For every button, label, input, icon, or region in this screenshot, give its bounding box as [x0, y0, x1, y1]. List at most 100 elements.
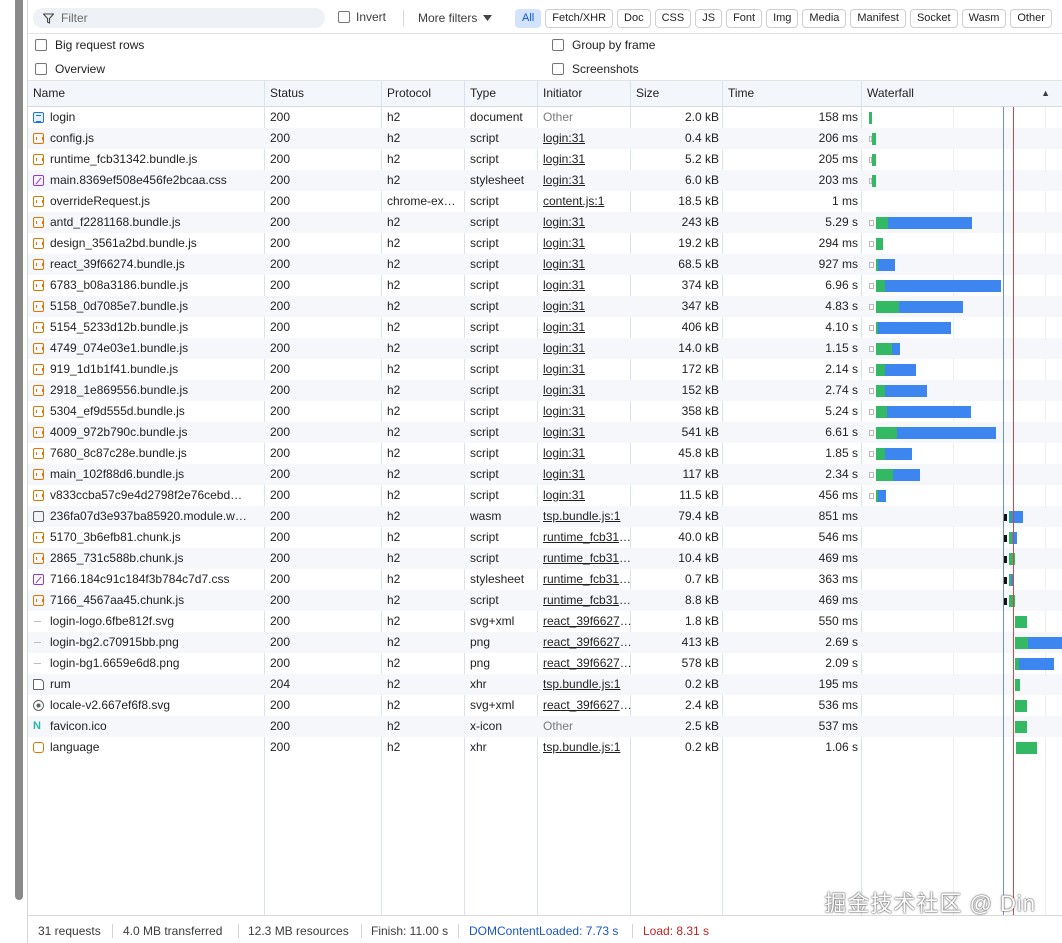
table-row[interactable]: main.8369ef508e456fe2bcaa.css 200 h2 styles… — [28, 170, 1062, 191]
cell-waterfall[interactable] — [863, 590, 1062, 611]
column-header-type[interactable]: Type — [465, 81, 496, 107]
cell-waterfall[interactable] — [863, 233, 1062, 254]
cell-waterfall[interactable] — [863, 128, 1062, 149]
filter-chip-all[interactable]: All — [515, 9, 542, 28]
cell-name[interactable]: 5170_3b6efb81.chunk.js — [33, 527, 261, 548]
cell-initiator[interactable]: tsp.bundle.js:1 — [543, 674, 633, 695]
table-row[interactable]: 7680_8c87c28e.bundle.js 200 h2 script login:… — [28, 443, 1062, 464]
group-by-frame-checkbox[interactable] — [552, 39, 564, 51]
column-header-status[interactable]: Status — [265, 81, 304, 107]
overview-checkbox[interactable] — [35, 63, 47, 75]
cell-name[interactable]: language — [33, 737, 261, 758]
cell-name[interactable]: main.8369ef508e456fe2bcaa.css — [33, 170, 261, 191]
cell-initiator[interactable]: login:31 — [543, 149, 633, 170]
cell-name[interactable]: config.js — [33, 128, 261, 149]
column-header-size[interactable]: Size — [631, 81, 659, 107]
filter-chip-other[interactable]: Other — [1010, 9, 1052, 28]
cell-initiator[interactable]: login:31 — [543, 359, 633, 380]
cell-waterfall[interactable] — [863, 653, 1062, 674]
cell-name[interactable]: favicon.ico — [33, 716, 261, 737]
filter-chip-manifest[interactable]: Manifest — [850, 9, 906, 28]
cell-waterfall[interactable] — [863, 296, 1062, 317]
cell-initiator[interactable]: login:31 — [543, 443, 633, 464]
table-row[interactable]: 4009_972b790c.bundle.js 200 h2 script login:… — [28, 422, 1062, 443]
cell-name[interactable]: 7166.184c91c184f3b784c7d7.css — [33, 569, 261, 590]
cell-name[interactable]: 919_1d1b1f41.bundle.js — [33, 359, 261, 380]
cell-waterfall[interactable] — [863, 317, 1062, 338]
cell-name[interactable]: runtime_fcb31342.bundle.js — [33, 149, 261, 170]
cell-waterfall[interactable] — [863, 380, 1062, 401]
cell-waterfall[interactable] — [863, 527, 1062, 548]
cell-waterfall[interactable] — [863, 443, 1062, 464]
cell-initiator[interactable]: login:31 — [543, 212, 633, 233]
cell-name[interactable]: antd_f2281168.bundle.js — [33, 212, 261, 233]
cell-initiator[interactable]: login:31 — [543, 317, 633, 338]
cell-waterfall[interactable] — [863, 548, 1062, 569]
cell-initiator[interactable]: runtime_fcb313… — [543, 527, 633, 548]
cell-initiator[interactable]: react_39f66274… — [543, 632, 633, 653]
more-filters-dropdown[interactable]: More filters — [418, 11, 493, 25]
cell-waterfall[interactable] — [863, 107, 1062, 128]
table-row[interactable]: 2918_1e869556.bundle.js 200 h2 script login:… — [28, 380, 1062, 401]
cell-name[interactable]: login-logo.6fbe812f.svg — [33, 611, 261, 632]
overview-option[interactable]: Overview — [35, 62, 105, 76]
cell-initiator[interactable]: login:31 — [543, 254, 633, 275]
cell-waterfall[interactable] — [863, 464, 1062, 485]
cell-name[interactable]: 2865_731c588b.chunk.js — [33, 548, 261, 569]
table-row[interactable]: antd_f2281168.bundle.js 200 h2 script login:… — [28, 212, 1062, 233]
cell-waterfall[interactable] — [863, 422, 1062, 443]
cell-name[interactable]: 5304_ef9d555d.bundle.js — [33, 401, 261, 422]
cell-waterfall[interactable] — [863, 275, 1062, 296]
table-row[interactable]: language 200 h2 xhr tsp.bundle.js:1 0.2 kB 1.0… — [28, 737, 1062, 758]
cell-initiator[interactable]: login:31 — [543, 170, 633, 191]
cell-initiator[interactable]: runtime_fcb313… — [543, 548, 633, 569]
screenshots-checkbox[interactable] — [552, 63, 564, 75]
cell-waterfall[interactable] — [863, 485, 1062, 506]
table-row[interactable]: design_3561a2bd.bundle.js 200 h2 script logi… — [28, 233, 1062, 254]
cell-name[interactable]: react_39f66274.bundle.js — [33, 254, 261, 275]
column-header-protocol[interactable]: Protocol — [382, 81, 431, 107]
cell-name[interactable]: locale-v2.667ef6f8.svg — [33, 695, 261, 716]
cell-waterfall[interactable] — [863, 737, 1062, 758]
table-row[interactable]: overrideRequest.js 200 chrome-ex… script con… — [28, 191, 1062, 212]
cell-name[interactable]: login-bg1.6659e6d8.png — [33, 653, 261, 674]
cell-initiator[interactable]: tsp.bundle.js:1 — [543, 737, 633, 758]
filter-chip-doc[interactable]: Doc — [617, 9, 651, 28]
cell-waterfall[interactable] — [863, 212, 1062, 233]
filter-chip-font[interactable]: Font — [726, 9, 763, 28]
table-row[interactable]: 5154_5233d12b.bundle.js 200 h2 script login:… — [28, 317, 1062, 338]
table-row[interactable]: rum 204 h2 xhr tsp.bundle.js:1 0.2 kB 195 ms — [28, 674, 1062, 695]
cell-waterfall[interactable] — [863, 338, 1062, 359]
table-row[interactable]: 2865_731c588b.chunk.js 200 h2 script runtime… — [28, 548, 1062, 569]
cell-initiator[interactable]: login:31 — [543, 422, 633, 443]
cell-name[interactable]: 236fa07d3e937ba85920.module.w… — [33, 506, 261, 527]
cell-name[interactable]: 7166_4567aa45.chunk.js — [33, 590, 261, 611]
table-row[interactable]: login-logo.6fbe812f.svg 200 h2 svg+xml react… — [28, 611, 1062, 632]
cell-waterfall[interactable] — [863, 359, 1062, 380]
cell-waterfall[interactable] — [863, 695, 1062, 716]
table-row[interactable]: 6783_b08a3186.bundle.js 200 h2 script login:… — [28, 275, 1062, 296]
cell-waterfall[interactable] — [863, 401, 1062, 422]
table-row[interactable]: favicon.ico 200 h2 x-icon Other 2.5 kB 537 ms — [28, 716, 1062, 737]
filter-chip-media[interactable]: Media — [802, 9, 847, 28]
cell-name[interactable]: 7680_8c87c28e.bundle.js — [33, 443, 261, 464]
table-row[interactable]: 5158_0d7085e7.bundle.js 200 h2 script login:… — [28, 296, 1062, 317]
cell-initiator[interactable]: login:31 — [543, 401, 633, 422]
invert-checkbox[interactable] — [338, 11, 350, 23]
cell-initiator[interactable]: login:31 — [543, 296, 633, 317]
cell-name[interactable]: 5154_5233d12b.bundle.js — [33, 317, 261, 338]
table-row[interactable]: v833ccba57c9e4d2798f2e76cebd… 200 h2 script… — [28, 485, 1062, 506]
filter-chip-socket[interactable]: Socket — [909, 9, 958, 28]
table-row[interactable]: locale-v2.667ef6f8.svg 200 h2 svg+xml react_… — [28, 695, 1062, 716]
cell-initiator[interactable]: login:31 — [543, 128, 633, 149]
cell-name[interactable]: main_102f88d6.bundle.js — [33, 464, 261, 485]
cell-initiator[interactable]: react_39f66274… — [543, 695, 633, 716]
cell-name[interactable]: 6783_b08a3186.bundle.js — [33, 275, 261, 296]
cell-name[interactable]: design_3561a2bd.bundle.js — [33, 233, 261, 254]
cell-name[interactable]: login-bg2.c70915bb.png — [33, 632, 261, 653]
cell-initiator[interactable]: tsp.bundle.js:1 — [543, 506, 633, 527]
table-row[interactable]: runtime_fcb31342.bundle.js 200 h2 script log… — [28, 149, 1062, 170]
cell-initiator[interactable]: runtime_fcb313… — [543, 569, 633, 590]
cell-waterfall[interactable] — [863, 632, 1062, 653]
filter-box[interactable] — [33, 8, 325, 28]
